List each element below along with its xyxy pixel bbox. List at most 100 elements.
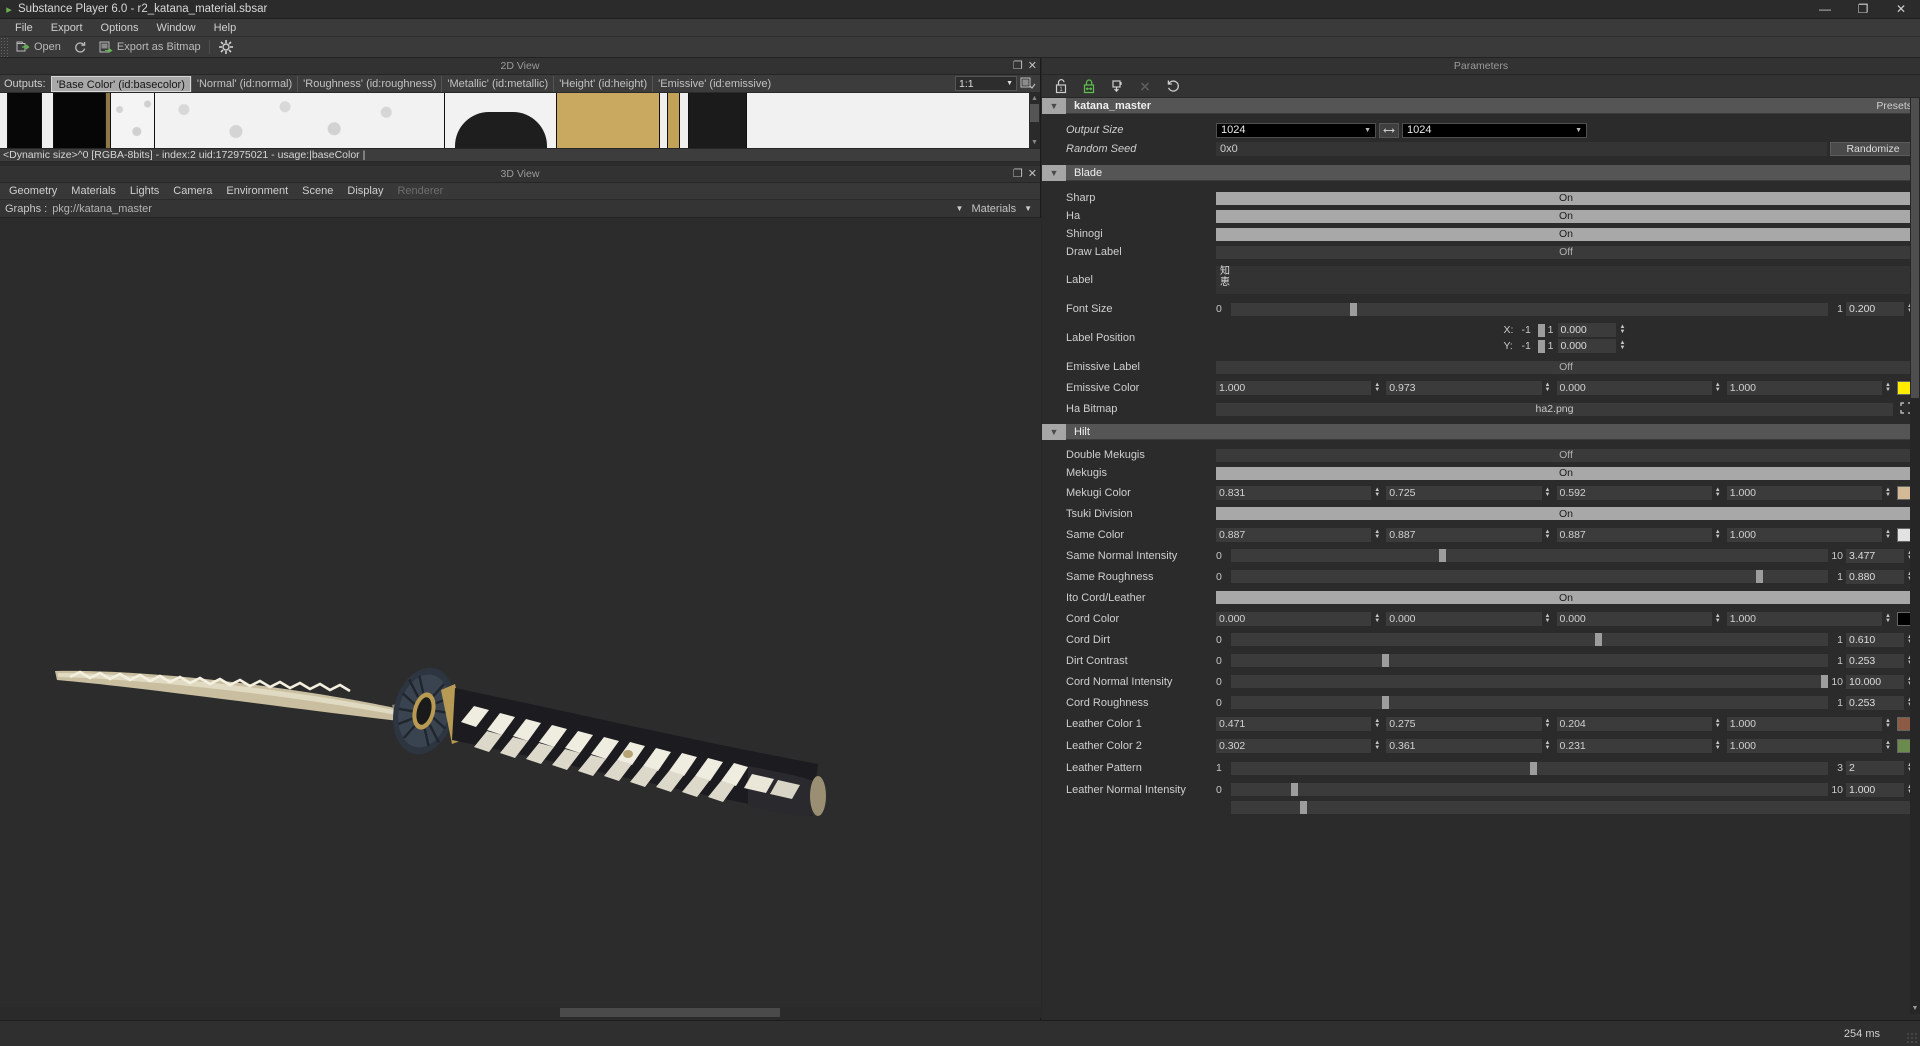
cord-roughness-value[interactable]: 0.253 [1846,695,1904,710]
emissive-color-a-stepper[interactable]: ▲ ▼ [1885,381,1894,395]
viewport-horizontal-scrollbar[interactable] [0,1007,1041,1018]
minimize-button[interactable]: — [1806,0,1844,19]
same-color-g-stepper[interactable]: ▲ ▼ [1545,528,1554,542]
output-tab-basecolor[interactable]: 'Base Color' (id:basecolor) [50,75,191,92]
output-tab-roughness[interactable]: 'Roughness' (id:roughness) [297,75,441,92]
viewport-scrollbar-thumb[interactable] [560,1008,780,1017]
mekugi-color-g[interactable]: 0.725 [1386,485,1542,500]
menu-file[interactable]: File [6,19,42,37]
parameters-scrollbar[interactable]: ▼ [1910,98,1920,1014]
menu3d-environment[interactable]: Environment [219,183,295,200]
menu-help[interactable]: Help [205,19,246,37]
cord-roughness-slider[interactable] [1231,696,1828,709]
leather-color-1-g[interactable]: 0.275 [1386,717,1542,731]
graphs-path-value[interactable]: pkg://katana_master [52,203,152,215]
sharp-toggle[interactable]: On [1216,191,1916,205]
leather-color-1-r[interactable]: 0.471 [1216,717,1372,731]
same-color-b-stepper[interactable]: ▲ ▼ [1715,528,1724,542]
scroll-down-icon[interactable]: ▼ [1029,137,1040,148]
emissive-color-b[interactable]: 0.000 [1556,380,1712,395]
scrollbar-thumb[interactable] [1030,104,1039,122]
tsuki-division-toggle[interactable]: On [1216,507,1916,520]
draw-label-toggle[interactable]: Off [1216,245,1916,259]
menu-options[interactable]: Options [92,19,148,37]
leather-color-2-r[interactable]: 0.302 [1216,739,1372,753]
ito-cord-leather-toggle[interactable]: On [1216,591,1916,604]
cord-color-a-stepper[interactable]: ▲ ▼ [1885,612,1894,626]
cord-color-b[interactable]: 0.000 [1556,611,1712,626]
label-position-y-stepper[interactable]: ▲ ▼ [1620,340,1629,351]
group-header-blade[interactable]: ▼ Blade [1042,164,1920,181]
group-header-katana-master[interactable]: ▼ katana_master Presets [1042,98,1920,114]
shinogi-toggle[interactable]: On [1216,227,1916,241]
leather-normal-intensity-value[interactable]: 1.000 [1846,782,1904,797]
leather-color-2-a[interactable]: 1.000 [1726,739,1882,753]
leather-pattern-slider[interactable] [1231,761,1828,775]
chevron-down-icon[interactable]: ▼ [1042,423,1066,440]
group-header-hilt[interactable]: ▼ Hilt [1042,423,1920,440]
undock-3d-icon[interactable]: ❐ [1013,169,1023,180]
parameters-scroll-down-icon[interactable]: ▼ [1910,1004,1920,1014]
unlock-icon[interactable]: 1 [1048,76,1074,97]
leather-color-1-b[interactable]: 0.204 [1556,717,1712,731]
close-button[interactable]: ✕ [1882,0,1920,19]
label-position-y-value[interactable]: 0.000 [1557,339,1616,353]
mekugi-color-r-stepper[interactable]: ▲ ▼ [1374,486,1383,500]
3d-viewport[interactable] [0,218,1041,1018]
leather-color-2-g[interactable]: 0.361 [1386,739,1542,753]
emissive-label-toggle[interactable]: Off [1216,360,1916,374]
window-resize-grip[interactable] [1906,1032,1918,1044]
same-normal-intensity-slider[interactable] [1231,549,1828,562]
materials-selector-label[interactable]: Materials [971,203,1016,215]
parameters-scrollbar-thumb[interactable] [1911,98,1919,398]
same-color-g[interactable]: 0.887 [1386,527,1542,542]
zoom-level-select[interactable]: 1:1 ▼ [955,76,1017,91]
emissive-color-g[interactable]: 0.973 [1386,380,1542,395]
mekugi-color-a-stepper[interactable]: ▲ ▼ [1885,486,1894,500]
same-color-a[interactable]: 1.000 [1726,527,1882,542]
ha-toggle[interactable]: On [1216,209,1916,223]
emissive-color-r[interactable]: 1.000 [1216,380,1372,395]
toolbar-drag-handle[interactable] [0,36,10,58]
menu3d-lights[interactable]: Lights [123,183,166,200]
menu3d-geometry[interactable]: Geometry [2,183,64,200]
leather-normal-intensity-slider[interactable] [1231,783,1828,796]
font-size-slider[interactable] [1231,302,1828,316]
cord-color-g-stepper[interactable]: ▲ ▼ [1545,612,1554,626]
output-thumbnail-strip[interactable]: ▲ ▼ [0,93,1040,148]
close-2d-icon[interactable]: ✕ [1028,61,1037,72]
menu-export[interactable]: Export [42,19,92,37]
leather-color-1-b-stepper[interactable]: ▲ ▼ [1715,717,1724,731]
leather-pattern-value[interactable]: 2 [1846,761,1904,775]
ha-bitmap-field[interactable]: ha2.png [1216,402,1893,416]
output-tab-metallic[interactable]: 'Metallic' (id:metallic) [441,75,553,92]
same-color-b[interactable]: 0.887 [1556,527,1712,542]
output-tab-emissive[interactable]: 'Emissive' (id:emissive) [652,75,776,92]
thumbnail-scrollbar[interactable]: ▲ ▼ [1029,93,1040,148]
mekugi-color-r[interactable]: 0.831 [1216,485,1372,500]
output-size-link-button[interactable] [1379,122,1399,138]
same-color-r[interactable]: 0.887 [1216,527,1372,542]
scroll-up-icon[interactable]: ▲ [1029,93,1040,104]
cord-color-a[interactable]: 1.000 [1726,611,1882,626]
pin-icon[interactable] [1104,76,1130,97]
refresh-button[interactable] [67,37,93,58]
dirt-contrast-slider[interactable] [1231,654,1828,667]
mekugi-color-a[interactable]: 1.000 [1726,485,1882,500]
leather-color-2-g-stepper[interactable]: ▲ ▼ [1545,739,1554,753]
cord-dirt-slider[interactable] [1231,633,1828,646]
same-color-r-stepper[interactable]: ▲ ▼ [1374,528,1383,542]
output-size-width-select[interactable]: 1024 ▼ [1216,122,1376,138]
output-tab-normal[interactable]: 'Normal' (id:normal) [190,75,297,92]
cord-color-r[interactable]: 0.000 [1216,611,1372,626]
cord-normal-intensity-slider[interactable] [1231,675,1828,688]
leather-color-1-r-stepper[interactable]: ▲ ▼ [1374,717,1383,731]
mekugis-toggle[interactable]: On [1216,466,1916,480]
display-mode-icon[interactable] [1020,77,1036,91]
close-3d-icon[interactable]: ✕ [1028,169,1037,180]
emissive-color-a[interactable]: 1.000 [1726,380,1882,395]
leather-color-1-a-stepper[interactable]: ▲ ▼ [1885,717,1894,731]
open-button[interactable]: Open [10,37,67,58]
label-position-x-stepper[interactable]: ▲ ▼ [1620,324,1629,335]
reset-icon[interactable] [1160,76,1186,97]
